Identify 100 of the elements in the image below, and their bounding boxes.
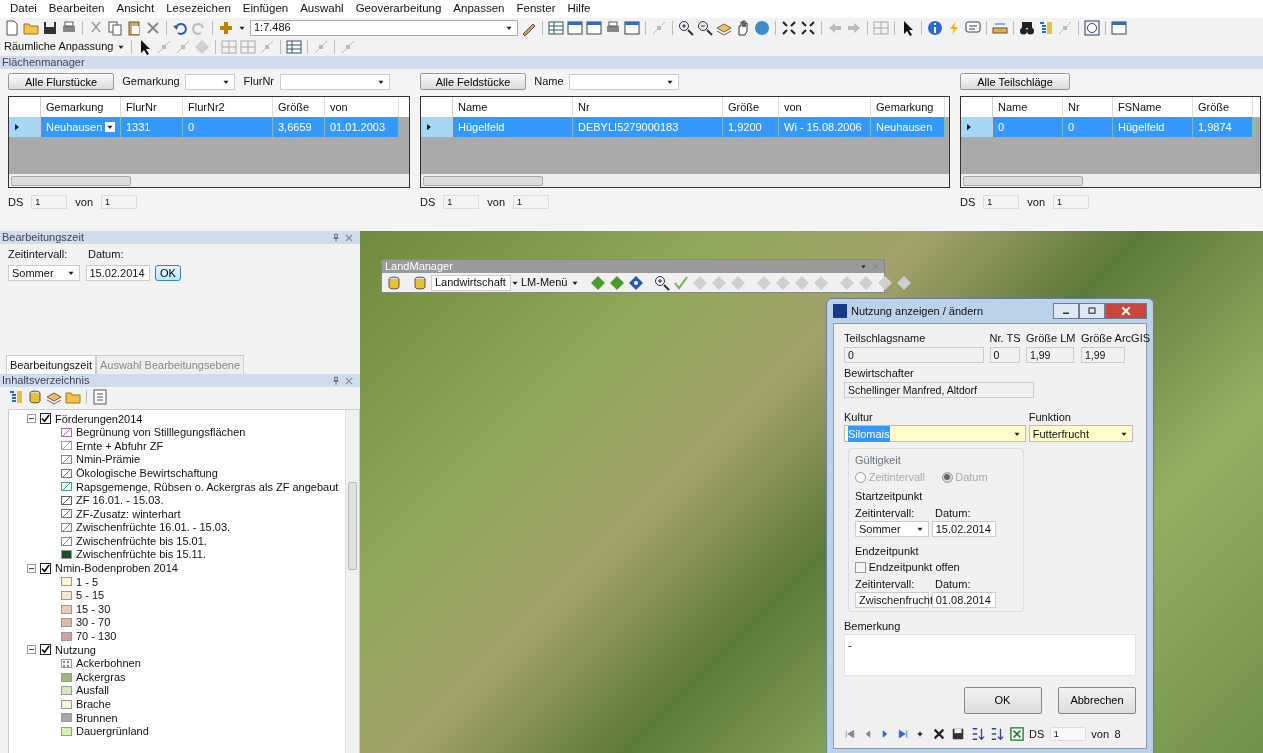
menu-item[interactable]: Bearbeiten (42, 0, 111, 18)
table-icon[interactable] (548, 19, 564, 36)
globe-icon[interactable] (754, 19, 770, 36)
database-icon[interactable] (386, 274, 402, 291)
database-icon[interactable] (27, 388, 43, 405)
spreadsheet-icon[interactable] (1009, 726, 1024, 741)
section-title: Startzeitpunkt (855, 489, 924, 504)
text-field[interactable]: 0 (989, 346, 1020, 363)
scale-field[interactable]: 1:7.486 (250, 19, 518, 36)
filter-label: Gemarkung (122, 74, 180, 90)
zoom-in-icon[interactable] (654, 274, 671, 291)
zoom-out-icon[interactable] (697, 19, 713, 36)
record-field[interactable]: 1 (983, 195, 1020, 210)
checkmark-icon[interactable] (673, 274, 690, 291)
function-dropdown[interactable]: Futterfrucht (1028, 425, 1133, 443)
record-field[interactable]: 1 (1049, 726, 1086, 741)
window-icon[interactable] (567, 19, 583, 36)
collapse-icon[interactable] (27, 645, 36, 655)
arrows-icon[interactable] (781, 19, 797, 36)
menu-item[interactable]: Anpassen (447, 0, 511, 18)
save-icon[interactable] (42, 19, 58, 36)
clipboard-icon[interactable] (126, 19, 142, 36)
spatial-adjustment-menu[interactable]: Räumliche Anpassung (4, 38, 114, 55)
new-document-icon[interactable] (4, 19, 20, 36)
layer-list-icon[interactable] (8, 388, 24, 405)
diamond-icon[interactable] (628, 274, 645, 291)
text-field[interactable]: Schellinger Manfred, Altdorf (844, 381, 1034, 398)
sort-icon[interactable] (990, 726, 1004, 741)
cancel-button[interactable]: Abbrechen (1058, 687, 1136, 714)
maximize-icon[interactable] (1086, 305, 1098, 317)
binoculars-icon[interactable] (1019, 19, 1035, 36)
sort-icon[interactable] (970, 726, 985, 741)
interval-dropdown[interactable]: Sommer (8, 265, 80, 282)
delete-icon[interactable] (931, 726, 946, 741)
horizontal-scrollbar[interactable] (421, 174, 949, 187)
date-dropdown[interactable]: 15.02.2014 (85, 265, 150, 282)
zoom-in-icon[interactable] (678, 19, 694, 36)
text-field[interactable]: 1,99 (1081, 346, 1125, 363)
menu-item[interactable]: Hilfe (561, 0, 597, 18)
pin-icon[interactable] (331, 232, 342, 243)
tab[interactable]: Bearbeitungszeit (6, 354, 96, 374)
table-icon[interactable] (286, 38, 303, 55)
text-field[interactable]: 1,99 (1026, 346, 1074, 363)
collapse-icon[interactable] (27, 414, 36, 424)
filter-button[interactable]: Alle Teilschläge (960, 73, 1070, 90)
checkbox-option[interactable]: Endzeitpunkt offen (855, 559, 1017, 576)
record-field[interactable]: 1 (443, 195, 480, 210)
layer-checkbox[interactable] (40, 413, 51, 425)
speech-bubble-icon[interactable] (965, 19, 981, 36)
window-icon[interactable] (624, 19, 640, 36)
menu-item[interactable]: Lesezeichen (160, 0, 237, 18)
layer-checkbox[interactable] (40, 562, 51, 574)
filter-button[interactable]: Alle Flurstücke (8, 73, 114, 90)
close-icon[interactable] (344, 375, 354, 386)
vertical-scrollbar[interactable] (345, 410, 359, 753)
list-icon[interactable] (92, 388, 108, 405)
record-count: 8 (1114, 726, 1121, 742)
legend-label: Brunnen (76, 710, 118, 726)
pin-icon[interactable] (331, 375, 342, 386)
field-label: Zeitintervall: (8, 247, 69, 262)
copy-icon[interactable] (107, 19, 123, 36)
horizontal-scrollbar[interactable] (961, 174, 1260, 187)
first-record-icon[interactable] (844, 727, 856, 740)
table-cell-text: 0 (1068, 119, 1075, 135)
window-icon[interactable] (586, 19, 602, 36)
collapse-icon[interactable] (27, 563, 36, 573)
menu-item[interactable]: Geoverarbeitung (349, 0, 448, 18)
filter-button[interactable]: Alle Feldstücke (420, 73, 526, 90)
interval-dropdown[interactable]: Sommer (855, 521, 929, 537)
arrows-icon[interactable] (800, 19, 816, 36)
ok-button[interactable]: OK (963, 687, 1042, 714)
window-icon[interactable] (1111, 19, 1127, 36)
menu-item[interactable]: Ansicht (110, 0, 161, 18)
menu-item[interactable]: Fenster (510, 0, 562, 18)
date-dropdown[interactable]: 15.02.2014 (931, 521, 996, 537)
text-field[interactable]: 0 (844, 346, 984, 363)
menu-item[interactable]: Auswahl (294, 0, 350, 18)
table-cell-text: Hügelfeld (1118, 119, 1165, 135)
database-icon[interactable] (412, 274, 428, 291)
date-dropdown[interactable]: 01.08.2014 (931, 592, 996, 608)
remark-field[interactable]: - (844, 634, 1136, 676)
legend-label: ZF 16.01. - 15.03. (76, 493, 164, 509)
last-record-icon[interactable] (896, 727, 909, 740)
record-label: DS (1029, 726, 1045, 742)
ok-button[interactable]: OK (155, 265, 181, 282)
diamond-icon[interactable] (877, 274, 894, 291)
menu-item[interactable]: Einfügen (236, 0, 295, 18)
menu-item[interactable]: Datei (4, 0, 43, 18)
close-icon[interactable] (344, 232, 354, 243)
section-title: Endzeitpunkt (855, 543, 920, 559)
field-label: Datum: (88, 247, 124, 262)
layer-checkbox[interactable] (40, 644, 51, 656)
record-field[interactable]: 1 (31, 195, 68, 210)
save-icon[interactable] (951, 726, 965, 741)
lm-menu[interactable]: LM-Menü (521, 274, 568, 291)
layer-list-icon[interactable] (1038, 19, 1054, 36)
legend-label: ZF-Zusatz: winterhart (76, 506, 181, 522)
hand-icon[interactable] (735, 19, 751, 36)
info-icon[interactable] (927, 19, 943, 36)
horizontal-scrollbar[interactable] (9, 174, 409, 187)
